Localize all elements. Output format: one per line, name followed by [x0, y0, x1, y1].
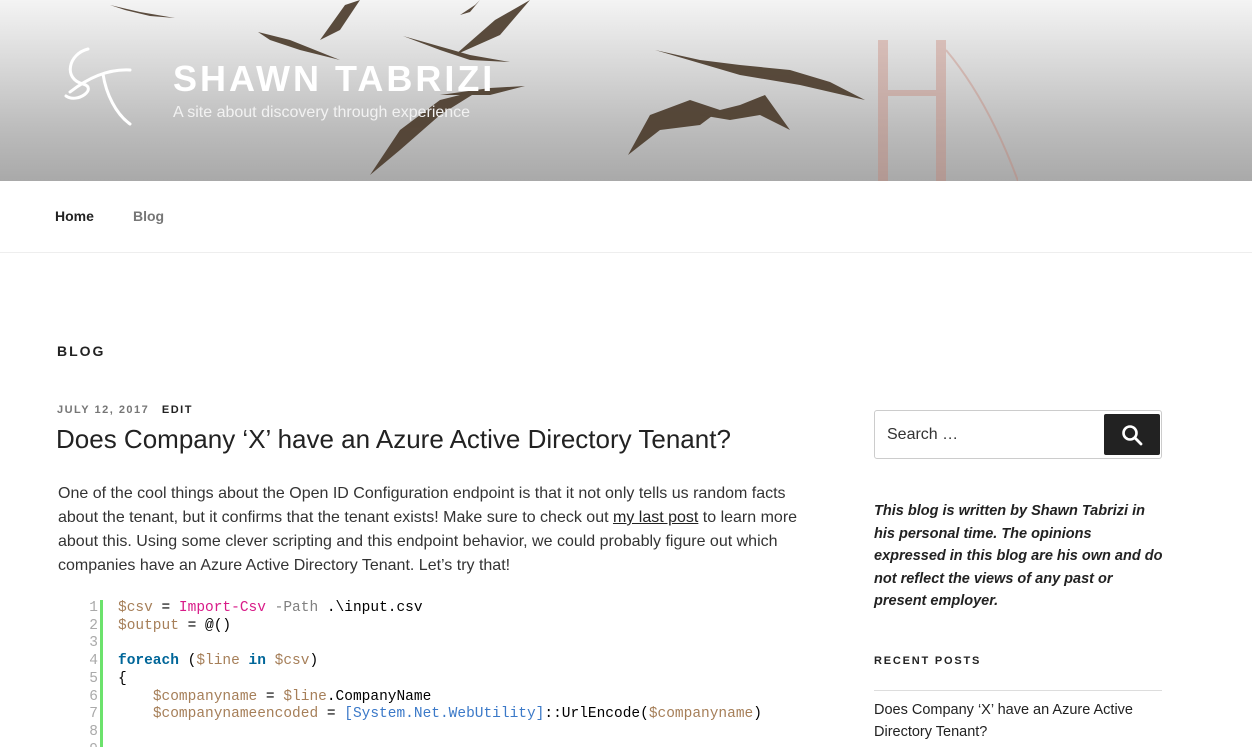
site-title[interactable]: SHAWN TABRIZI	[173, 58, 495, 100]
code-block: 1 2 3 4 5 6 7 8 9 $csv = Import-Csv -Pat…	[58, 600, 810, 747]
line-number: 4	[89, 653, 98, 670]
line-number: 5	[89, 670, 98, 687]
site-header: SHAWN TABRIZI A site about discovery thr…	[0, 0, 1252, 181]
list-item: Does Company ‘X’ have an Azure Active Di…	[874, 691, 1162, 743]
line-number: 7	[89, 706, 98, 723]
recent-posts-heading: RECENT POSTS	[874, 655, 982, 667]
disclaimer-text: This blog is written by Shawn Tabrizi in…	[874, 503, 1163, 609]
my-last-post-link[interactable]: my last post	[613, 509, 698, 526]
recent-post-link[interactable]: Does Company ‘X’ have an Azure Active Di…	[874, 702, 1133, 740]
line-number: 2	[89, 617, 98, 634]
post-meta: JULY 12, 2017 EDIT	[57, 404, 193, 416]
code-line-numbers: 1 2 3 4 5 6 7 8 9	[58, 600, 98, 747]
post-title[interactable]: Does Company ‘X’ have an Azure Active Di…	[56, 424, 816, 455]
search-form	[874, 410, 1162, 459]
nav-item-home[interactable]: Home	[55, 208, 94, 224]
main-navigation: Home Blog	[0, 181, 1252, 253]
line-number: 9	[58, 742, 98, 747]
post-excerpt: One of the cool things about the Open ID…	[58, 482, 798, 578]
search-input[interactable]	[875, 411, 1103, 458]
code-gutter-bar	[100, 600, 103, 747]
code-line: foreach ($line in $csv)	[118, 653, 319, 670]
page-title: BLOG	[57, 343, 106, 359]
line-number: 8	[89, 723, 98, 740]
search-button[interactable]	[1104, 414, 1160, 455]
post-edit-link[interactable]: EDIT	[162, 404, 193, 416]
line-number: 6	[89, 688, 98, 705]
site-description: A site about discovery through experienc…	[173, 104, 471, 121]
search-icon	[1122, 424, 1143, 445]
recent-posts-list: Does Company ‘X’ have an Azure Active Di…	[874, 690, 1162, 743]
st-signature-logo	[64, 47, 132, 126]
code-line: $companyname = $line.CompanyName	[152, 688, 432, 705]
line-number: 1	[89, 600, 98, 616]
code-line: $csv = Import-Csv -Path .\input.csv	[118, 600, 423, 616]
post-date-link[interactable]: JULY 12, 2017	[57, 404, 149, 416]
code-lines: $csv = Import-Csv -Path .\input.csv $outp…	[118, 600, 762, 742]
code-line: $companynameencoded = [System.Net.WebUti…	[152, 706, 762, 723]
code-line: $output = @()	[118, 617, 232, 634]
line-number: 3	[89, 635, 98, 652]
code-line: {	[118, 670, 127, 687]
nav-item-blog[interactable]: Blog	[133, 208, 164, 224]
